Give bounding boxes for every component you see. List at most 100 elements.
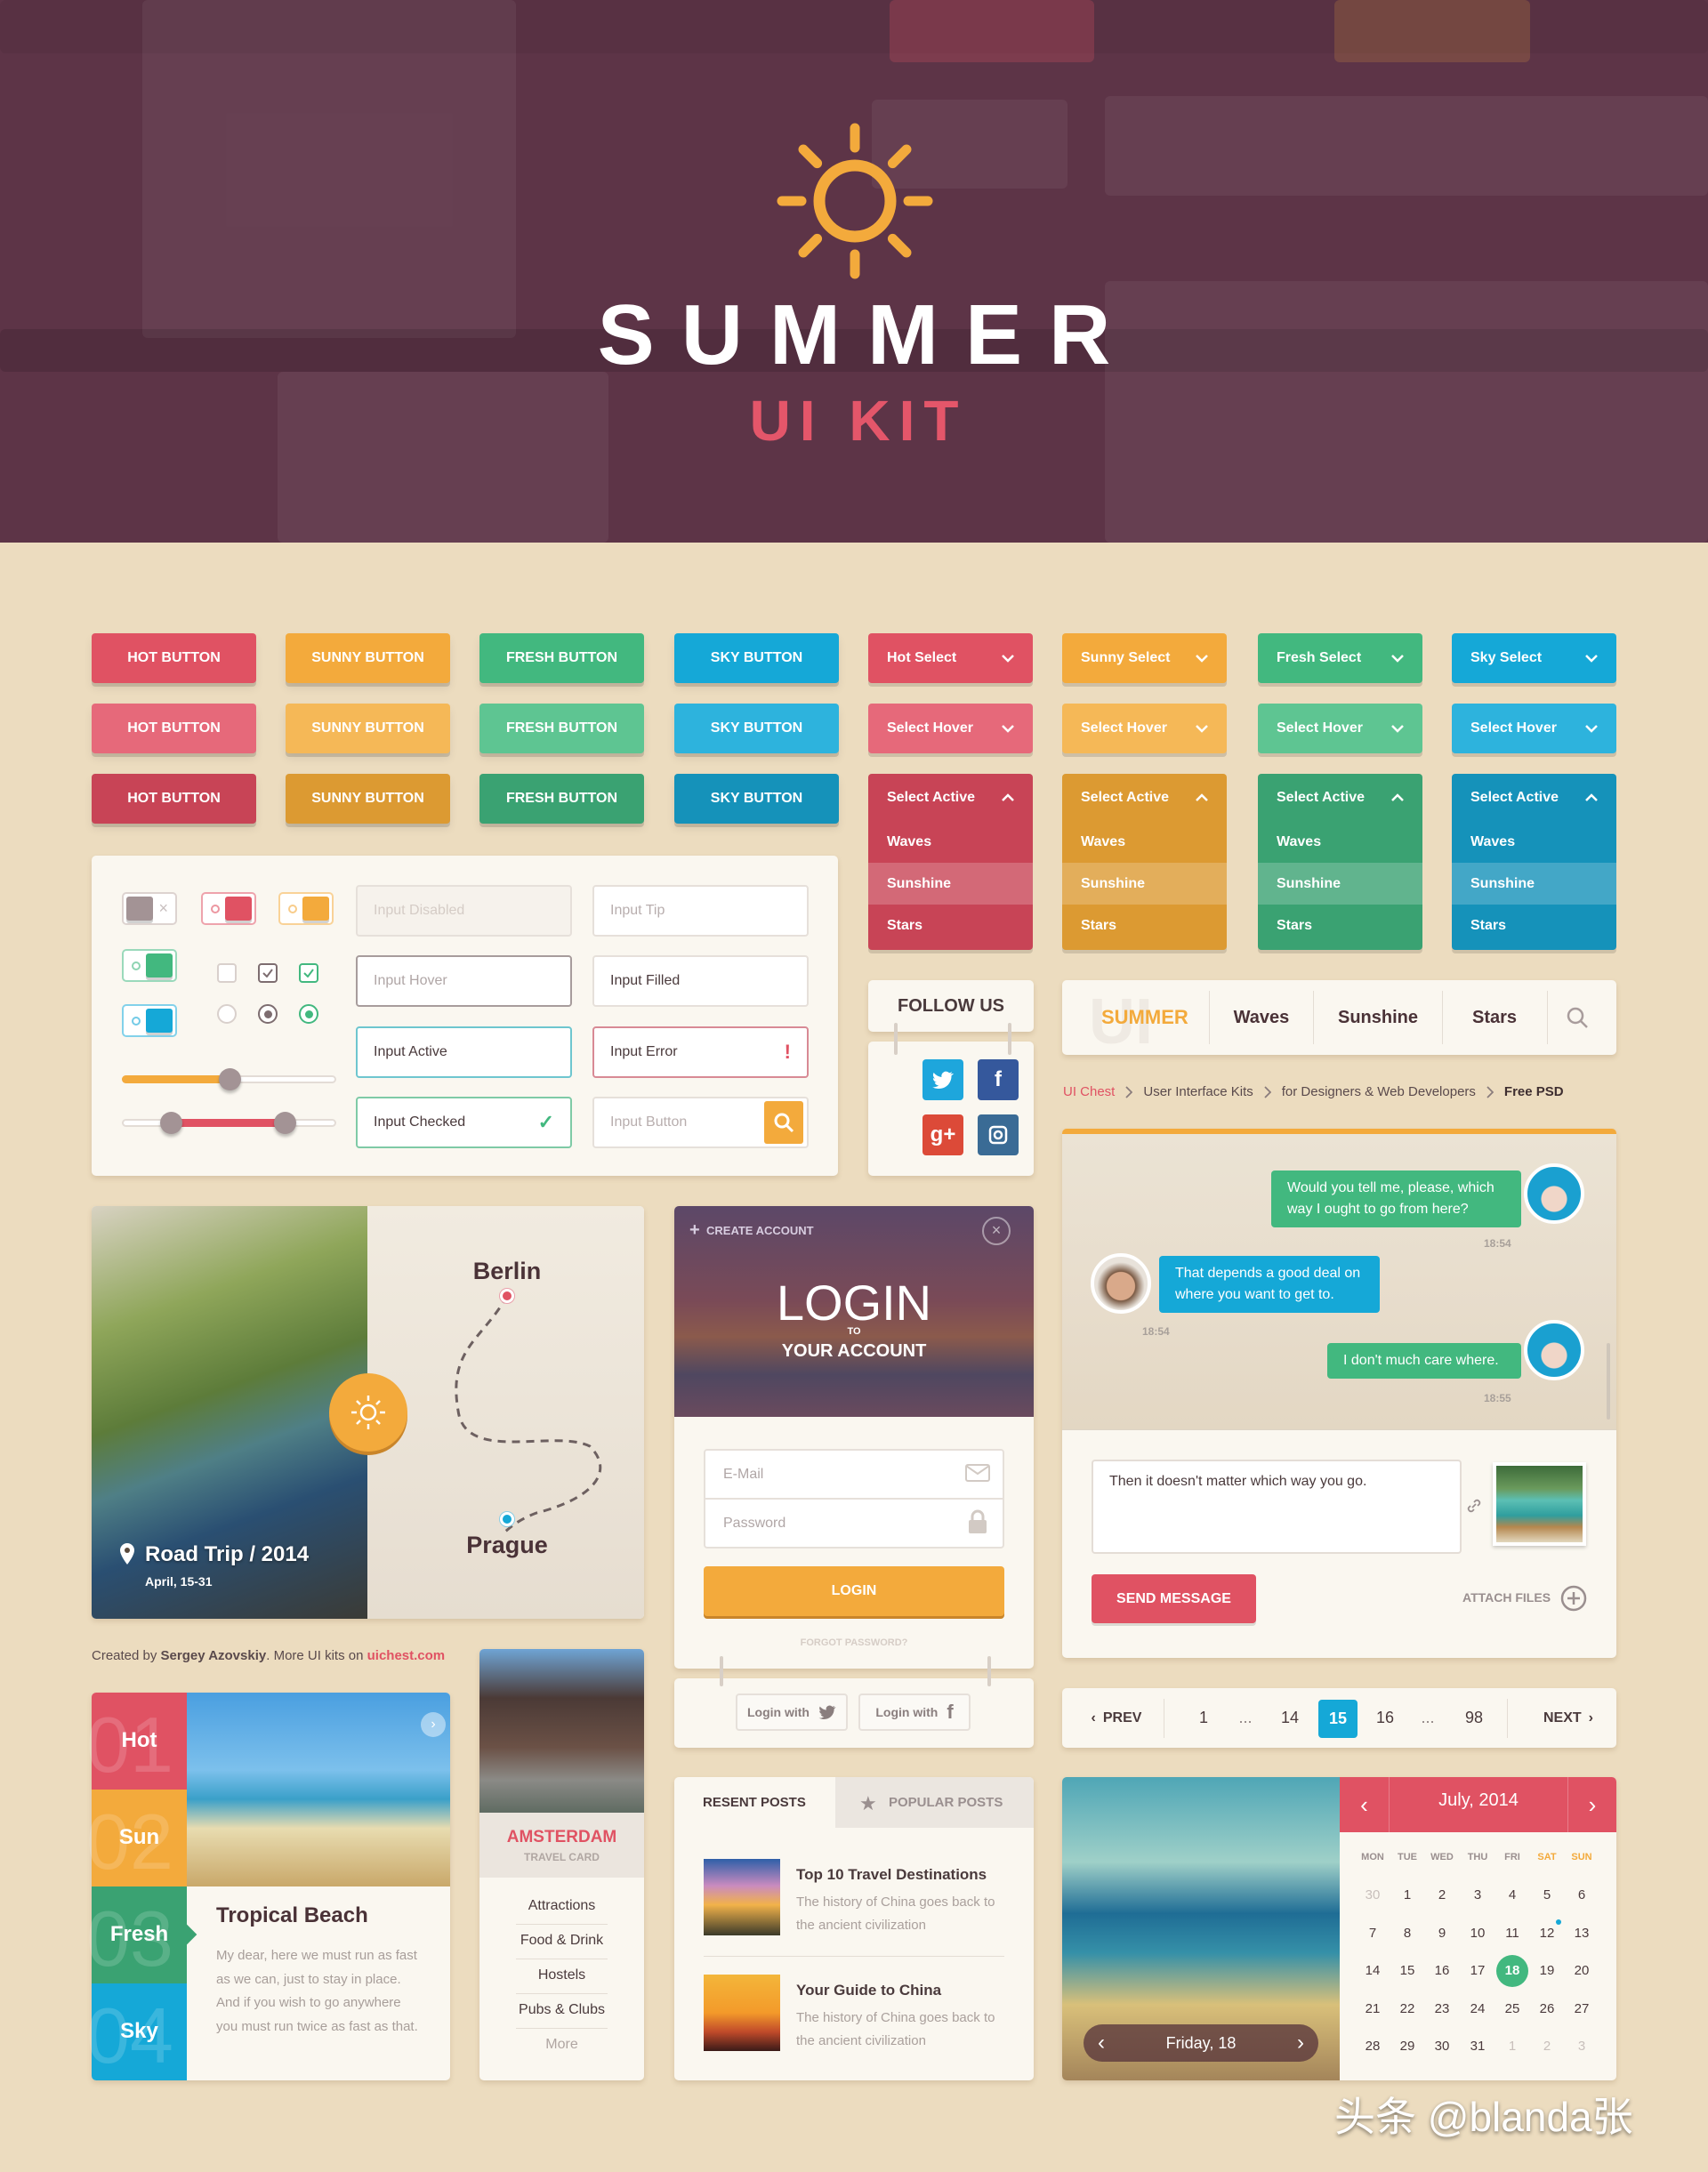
breadcrumb-item[interactable]: UI Chest [1063,1084,1115,1099]
hot-select[interactable]: Hot Select [868,633,1033,683]
nav-logo[interactable]: SUMMER [1101,1006,1188,1029]
facebook-icon[interactable]: f [978,1059,1019,1100]
nav-item-waves[interactable]: Waves [1208,980,1315,1055]
next-month-button[interactable]: › [1567,1777,1616,1832]
radio-button[interactable] [258,1004,278,1024]
sunny-button-active[interactable]: SUNNY BUTTON [286,774,450,824]
calendar-day[interactable]: 30 [1426,2039,1458,2054]
post-thumbnail[interactable] [704,1859,780,1935]
calendar-day[interactable]: 12 [1531,1926,1563,1941]
nav-item-sunshine[interactable]: Sunshine [1325,980,1431,1055]
fresh-select[interactable]: Fresh Select [1258,633,1422,683]
select-active-header[interactable]: Select Active [868,774,1033,821]
message-textarea[interactable]: Then it doesn't matter which way you go. [1092,1460,1462,1554]
calendar-day[interactable]: 13 [1566,1926,1598,1941]
calendar-day[interactable]: 19 [1531,1963,1563,1978]
calendar-day[interactable]: 22 [1391,2001,1423,2016]
select-option[interactable]: Sunshine [1062,863,1227,905]
input-disabled[interactable]: Input Disabled [356,885,572,937]
input-hover[interactable]: Input Hover [356,955,572,1007]
toggle-switch[interactable] [122,949,177,982]
breadcrumb-item[interactable]: User Interface Kits [1143,1084,1253,1099]
attachment-thumbnail[interactable] [1493,1462,1586,1546]
link-icon[interactable] [1466,1498,1482,1518]
add-file-icon[interactable] [1560,1585,1587,1616]
input-checked[interactable]: Input Checked ✓ [356,1097,572,1148]
calendar-day[interactable]: 11 [1496,1926,1528,1941]
input-button[interactable]: Input Button [592,1097,809,1148]
select-option[interactable]: Stars [1452,905,1616,946]
post-title[interactable]: Top 10 Travel Destinations [796,1866,987,1884]
calendar-day[interactable]: 16 [1426,1963,1458,1978]
login-with-twitter-button[interactable]: Login with [736,1693,848,1731]
calendar-day[interactable]: 27 [1566,2001,1598,2016]
search-icon[interactable] [1566,1006,1589,1034]
input-error[interactable]: Input Error! [592,1026,809,1078]
calendar-day[interactable]: 25 [1496,2001,1528,2016]
toggle-switch[interactable] [122,1004,177,1037]
select-option[interactable]: Sunshine [1258,863,1422,905]
chevron-right-icon[interactable]: › [1297,2031,1304,2055]
send-message-button[interactable]: SEND MESSAGE [1092,1574,1256,1623]
calendar-day[interactable]: 4 [1496,1887,1528,1903]
calendar-day[interactable]: 8 [1391,1926,1423,1941]
page-link[interactable]: 98 [1454,1688,1494,1748]
hot-select-hover[interactable]: Select Hover [868,704,1033,753]
calendar-day[interactable]: 24 [1462,2001,1494,2016]
calendar-day[interactable]: 31 [1462,2039,1494,2054]
page-link[interactable]: 16 [1366,1688,1405,1748]
hot-button-active[interactable]: HOT BUTTON [92,774,256,824]
calendar-day[interactable]: 21 [1357,2001,1389,2016]
email-field[interactable]: E-Mail [704,1449,1004,1500]
calendar-day[interactable]: 9 [1426,1926,1458,1941]
input-filled[interactable]: Input Filled [592,955,809,1007]
tab-popular-posts[interactable]: POPULAR POSTS [889,1795,1003,1810]
breadcrumb-item[interactable]: for Designers & Web Developers [1282,1084,1476,1099]
close-icon[interactable]: × [982,1217,1011,1245]
toggle-switch[interactable] [201,892,256,925]
sky-button-hover[interactable]: SKY BUTTON [674,704,839,753]
calendar-day-selected[interactable]: 18 [1496,1955,1528,1987]
twitter-icon[interactable] [922,1059,963,1100]
sunny-select-active[interactable]: Select Active Waves Sunshine Stars [1062,774,1227,950]
more-link[interactable]: More [479,2037,644,2053]
calendar-day[interactable]: 23 [1426,2001,1458,2016]
calendar-day[interactable]: 1 [1496,2039,1528,2054]
credits-link[interactable]: uichest.com [367,1648,446,1663]
toggle-switch[interactable]: × [122,892,177,925]
fresh-button-hover[interactable]: FRESH BUTTON [479,704,644,753]
calendar-day[interactable]: 3 [1566,2039,1598,2054]
tab-hot[interactable]: 01 Hot [86,1693,187,1790]
select-option[interactable]: Waves [1452,821,1616,863]
input-placeholder[interactable]: Input Tip [592,885,809,937]
page-current[interactable]: 15 [1318,1700,1358,1738]
select-option[interactable]: Sunshine [868,863,1033,905]
input-active[interactable]: Input Active [356,1026,572,1078]
slider-thumb[interactable] [218,1068,241,1090]
select-option[interactable]: Sunshine [1452,863,1616,905]
hot-button-hover[interactable]: HOT BUTTON [92,704,256,753]
hot-select-active[interactable]: Select Active Waves Sunshine Stars [868,774,1033,950]
day-switcher[interactable]: ‹ Friday, 18 › [1084,2024,1318,2062]
checkbox[interactable] [299,963,318,983]
prev-page-button[interactable]: ‹ PREV [1076,1688,1156,1748]
fresh-button-normal[interactable]: FRESH BUTTON [479,633,644,683]
calendar-day[interactable]: 5 [1531,1887,1563,1903]
tab-recent-posts[interactable]: RESENT POSTS [703,1795,806,1810]
fresh-select-active[interactable]: Select Active Waves Sunshine Stars [1258,774,1422,950]
calendar-day[interactable]: 20 [1566,1963,1598,1978]
checkbox[interactable] [217,963,237,983]
calendar-day[interactable]: 28 [1357,2039,1389,2054]
calendar-day[interactable]: 2 [1531,2039,1563,2054]
select-option[interactable]: Waves [1258,821,1422,863]
password-field[interactable]: Password [704,1498,1004,1549]
select-active-header[interactable]: Select Active [1258,774,1422,821]
login-with-facebook-button[interactable]: Login with f [858,1693,971,1731]
sky-button-normal[interactable]: SKY BUTTON [674,633,839,683]
calendar-day[interactable]: 6 [1566,1887,1598,1903]
radio-button[interactable] [217,1004,237,1024]
calendar-day[interactable]: 26 [1531,2001,1563,2016]
radio-button[interactable] [299,1004,318,1024]
select-option[interactable]: Stars [1258,905,1422,946]
chevron-left-icon[interactable]: ‹ [1098,2031,1105,2055]
